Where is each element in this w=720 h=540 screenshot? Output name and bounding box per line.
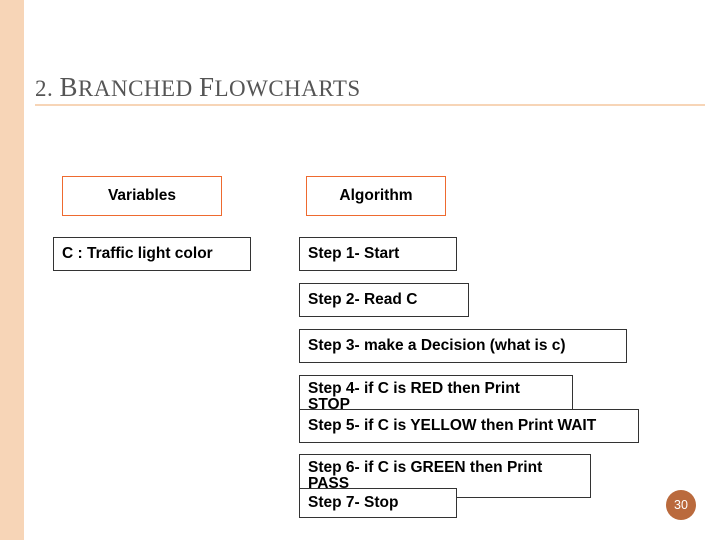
algorithm-header-label: Algorithm (339, 187, 412, 205)
variables-header-box: Variables (62, 176, 222, 216)
step3-box: Step 3- make a Decision (what is c) (299, 329, 627, 363)
variable-c-label: C : Traffic light color (62, 245, 213, 263)
title-cap-f: F (199, 72, 215, 102)
title-w2: LOWCHARTS (214, 76, 360, 101)
step3-label: Step 3- make a Decision (what is c) (308, 337, 566, 355)
step1-label: Step 1- Start (308, 245, 399, 263)
step7-label: Step 7- Stop (308, 494, 398, 512)
step5-box: Step 5- if C is YELLOW then Print WAIT (299, 409, 639, 443)
algorithm-header-box: Algorithm (306, 176, 446, 216)
title-num: 2. (35, 76, 60, 101)
step5-label: Step 5- if C is YELLOW then Print WAIT (308, 417, 596, 435)
step7-box: Step 7- Stop (299, 488, 457, 518)
title-underline (35, 104, 705, 106)
step2-label: Step 2- Read C (308, 291, 417, 309)
accent-band (0, 0, 24, 540)
slide-title: 2. BRANCHED FLOWCHARTS (35, 72, 361, 103)
page-number: 30 (674, 498, 688, 512)
title-cap-b: B (60, 72, 79, 102)
step1-box: Step 1- Start (299, 237, 457, 271)
variable-c-box: C : Traffic light color (53, 237, 251, 271)
variables-header-label: Variables (108, 187, 176, 205)
page-number-badge: 30 (666, 490, 696, 520)
title-w1: RANCHED (78, 76, 199, 101)
step2-box: Step 2- Read C (299, 283, 469, 317)
